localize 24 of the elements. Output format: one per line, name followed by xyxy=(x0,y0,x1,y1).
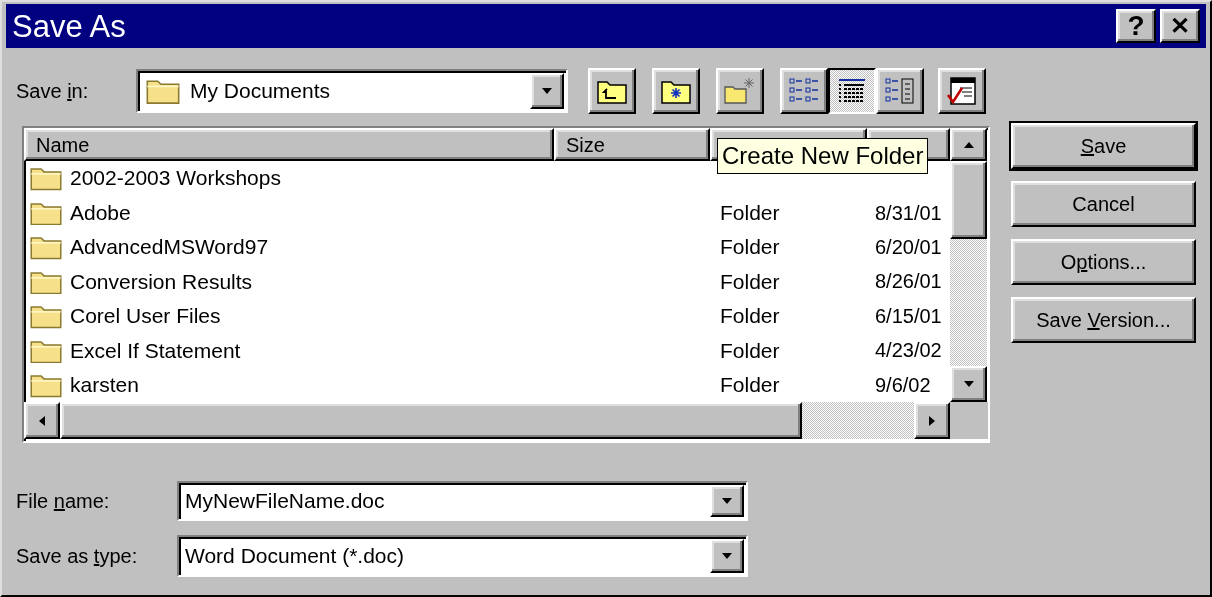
file-name: Excel If Statement xyxy=(70,337,241,364)
file-type: Folder xyxy=(719,234,781,261)
file-type: Folder xyxy=(719,303,781,330)
file-type: Folder xyxy=(719,372,781,398)
file-name: Adobe xyxy=(70,199,131,226)
file-type: Folder xyxy=(719,199,781,226)
file-name: 2002-2003 Workshops xyxy=(70,165,281,192)
modified-date: 9/6/02 xyxy=(874,372,932,398)
modified-date: 6/15/01 xyxy=(874,303,943,329)
save-in-label: Save in: xyxy=(16,79,90,104)
file-name: AdvancedMSWord97 xyxy=(70,234,269,261)
file-name: Conversion Results xyxy=(70,268,253,295)
modified-date: 6/20/01 xyxy=(874,235,943,261)
modified-date: 8/26/01 xyxy=(874,269,943,295)
file-name-label: File name: xyxy=(16,489,111,514)
window-title: Save As xyxy=(12,10,126,42)
file-type: Folder xyxy=(719,337,781,364)
file-type: Folder xyxy=(719,268,781,295)
file-name: Corel User Files xyxy=(70,303,221,330)
save-as-type-label: Save as type: xyxy=(16,544,139,569)
file-name: karsten xyxy=(70,372,139,398)
modified-date: 4/23/02 xyxy=(874,338,943,364)
modified-date: 8/31/01 xyxy=(874,200,943,226)
tooltip: Create New Folder xyxy=(717,138,929,174)
